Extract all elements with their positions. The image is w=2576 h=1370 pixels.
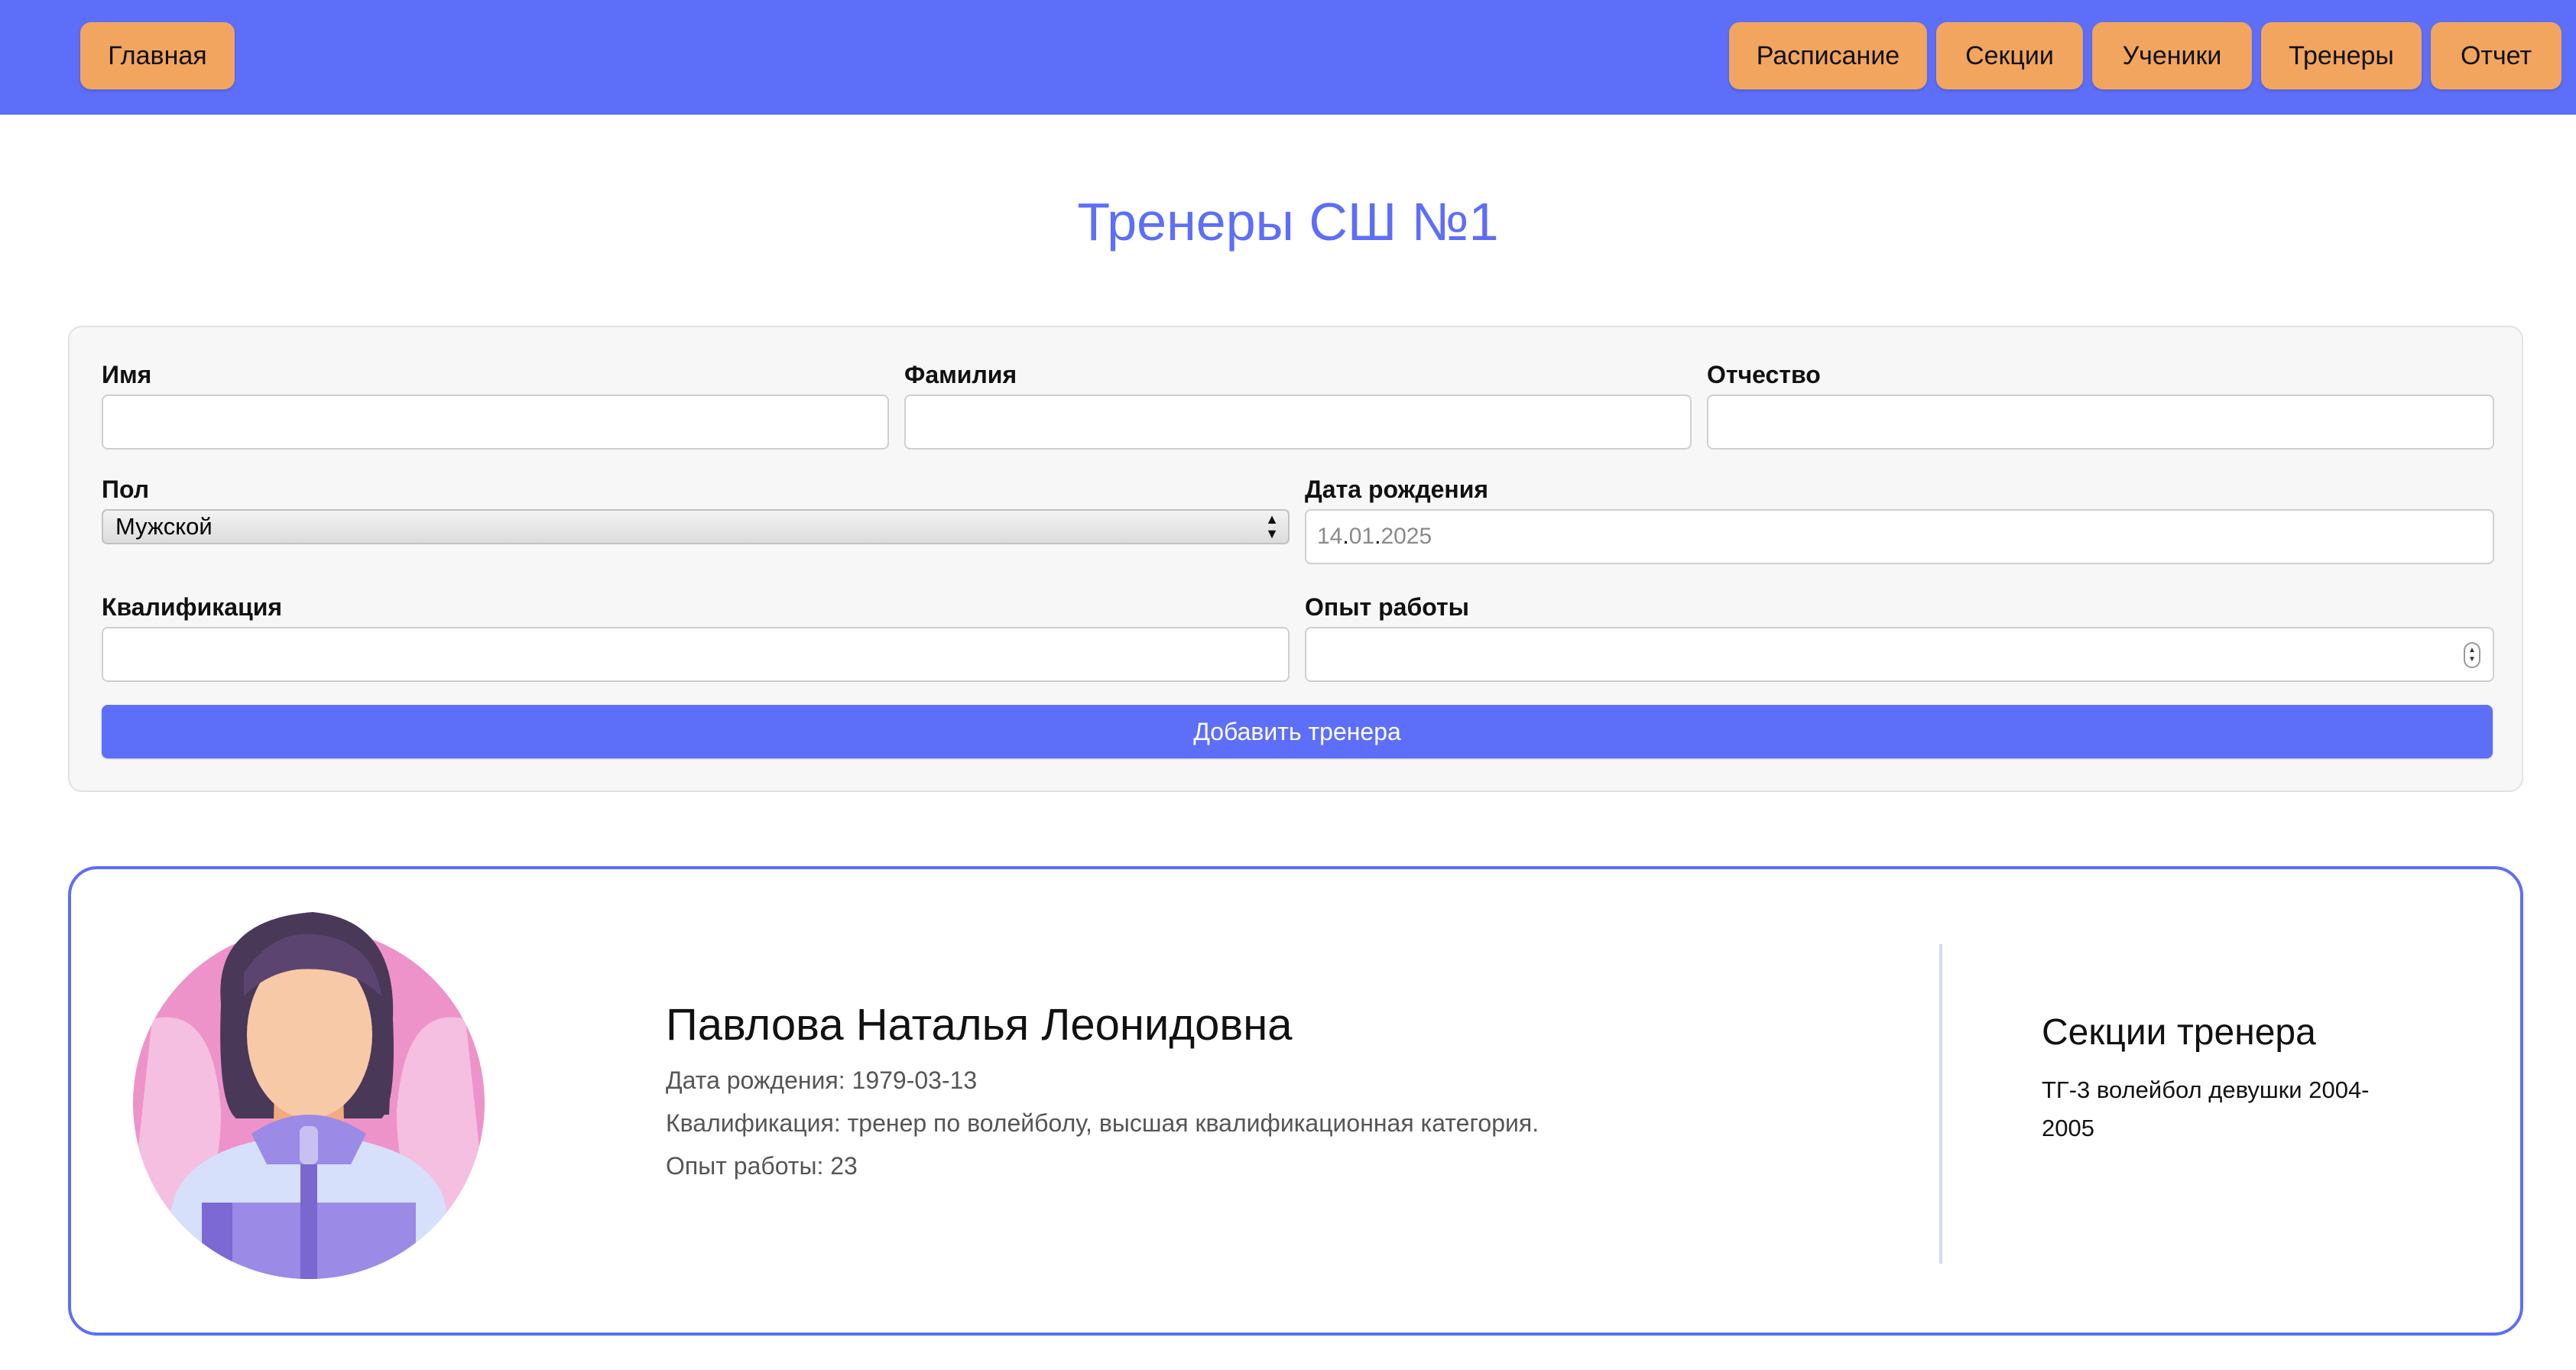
card-divider: [1939, 944, 1942, 1264]
first-name-label: Имя: [102, 361, 152, 388]
experience-label: Опыт работы: [1305, 593, 1469, 621]
first-name-input[interactable]: [102, 394, 889, 450]
nav-report-button[interactable]: Отчет: [2431, 22, 2561, 89]
number-spinner-icon[interactable]: ▲ ▼: [2464, 642, 2480, 668]
patronymic-input[interactable]: [1707, 394, 2494, 450]
coach-sections-title: Секции тренера: [2042, 1012, 2316, 1053]
nav-students-button[interactable]: Ученики: [2092, 22, 2252, 89]
add-coach-button[interactable]: Добавить тренера: [102, 705, 2493, 758]
gender-label: Пол: [102, 476, 150, 503]
coach-qualification: Квалификация: тренер по волейболу, высша…: [666, 1109, 1539, 1137]
coach-birthdate: Дата рождения: 1979-03-13: [666, 1066, 978, 1094]
nav-home-button[interactable]: Главная: [80, 22, 235, 89]
patronymic-label: Отчество: [1707, 361, 1821, 388]
experience-input[interactable]: ▲ ▼: [1305, 627, 2494, 682]
birthdate-label: Дата рождения: [1305, 476, 1489, 503]
page-title: Тренеры СШ №1: [1077, 192, 1499, 252]
birthdate-input[interactable]: 14. 01. 2025: [1305, 509, 2494, 564]
birthdate-day[interactable]: 14: [1317, 524, 1342, 550]
date-separator: .: [1374, 524, 1381, 549]
date-separator: .: [1342, 524, 1349, 549]
coach-experience: Опыт работы: 23: [666, 1152, 858, 1180]
coach-card: Павлова Наталья Леонидовна Дата рождения…: [68, 866, 2523, 1336]
coach-sections-list: ТГ-3 волейбол девушки 2004-2005: [2042, 1076, 2370, 1141]
coach-name: Павлова Наталья Леонидовна: [666, 1000, 1293, 1050]
qualification-input[interactable]: [102, 627, 1290, 682]
gender-selected-value: Мужской: [115, 513, 213, 540]
nav-coaches-button[interactable]: Тренеры: [2261, 22, 2422, 89]
last-name-label: Фамилия: [904, 361, 1017, 388]
last-name-input[interactable]: [904, 394, 1692, 450]
birthdate-year[interactable]: 2025: [1380, 524, 1432, 550]
birthdate-month[interactable]: 01: [1349, 524, 1374, 550]
nav-sections-button[interactable]: Секции: [1936, 22, 2083, 89]
qualification-label: Квалификация: [102, 593, 283, 621]
nav-schedule-button[interactable]: Расписание: [1729, 22, 1927, 89]
add-coach-form: Имя Фамилия Отчество Пол Мужской ▲ ▼ Дата…: [68, 326, 2523, 792]
female-coach-avatar-icon: [133, 912, 485, 1279]
navbar: Главная Расписание Секции Ученики Тренер…: [0, 0, 2576, 115]
gender-select[interactable]: Мужской ▲ ▼: [102, 509, 1290, 544]
select-arrows-icon: ▲ ▼: [1265, 511, 1279, 541]
